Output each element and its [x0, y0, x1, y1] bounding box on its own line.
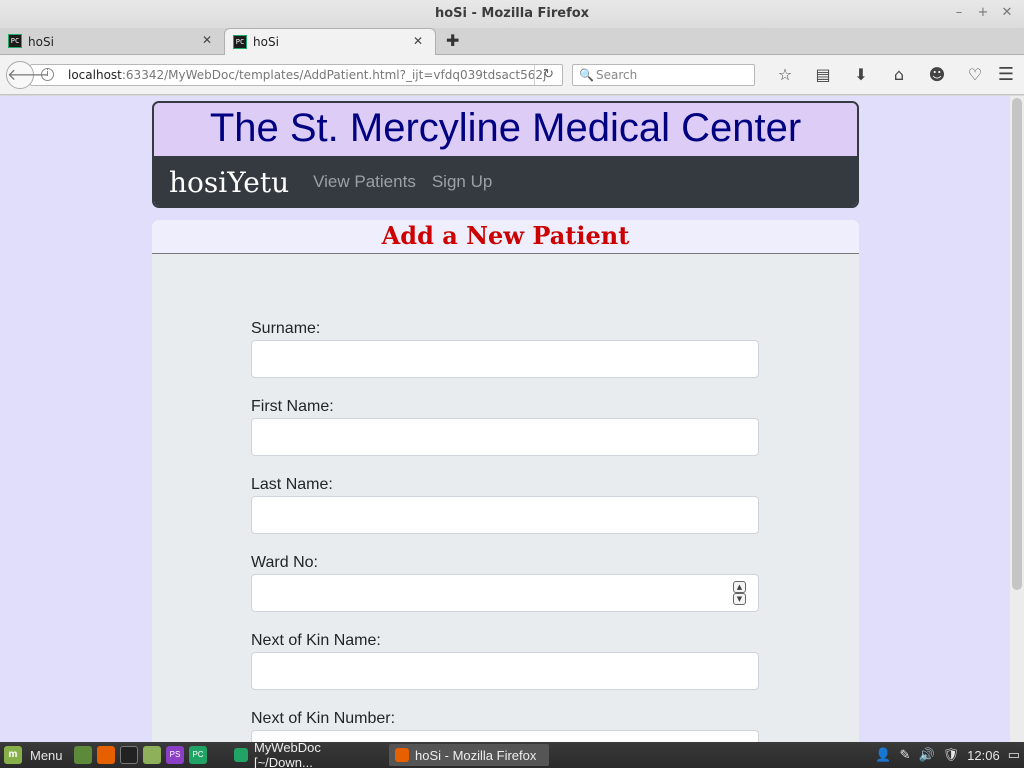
close-tab-icon[interactable]: ✕: [202, 33, 212, 47]
firefox-icon[interactable]: [97, 746, 115, 764]
pycharm-icon: [234, 748, 248, 762]
last-name-label: Last Name:: [251, 476, 333, 493]
site-header: The St. Mercyline Medical Center hosiYet…: [152, 101, 859, 208]
pycharm-icon: PC: [233, 35, 247, 49]
taskbar-window-label: MyWebDoc [~/Down...: [253, 740, 321, 768]
terminal-icon[interactable]: [120, 746, 138, 764]
next-of-kin-number-label: Next of Kin Number:: [251, 710, 396, 727]
surname-input[interactable]: [251, 340, 759, 378]
new-tab-icon[interactable]: ✚: [446, 31, 459, 50]
next-of-kin-name-input[interactable]: [251, 652, 759, 690]
tab-label: hoSi: [253, 35, 279, 49]
page-viewport: The St. Mercyline Medical Center hosiYet…: [0, 96, 1010, 742]
desktop-icon[interactable]: [74, 746, 92, 764]
tab-hosi-2[interactable]: PC hoSi ✕: [224, 28, 436, 55]
close-window-button[interactable]: ✕: [998, 4, 1016, 22]
url-host: localhost: [68, 68, 122, 82]
last-name-field: Last Name:: [251, 476, 759, 534]
ward-no-field: Ward No: ▲ ▼: [251, 554, 759, 612]
pycharm-icon: PC: [8, 34, 22, 48]
window-titlebar: hoSi - Mozilla Firefox – + ✕: [0, 0, 1024, 28]
scrollbar-thumb[interactable]: [1012, 98, 1022, 590]
search-input[interactable]: 🔍 Search: [572, 64, 755, 86]
surname-label: Surname:: [251, 320, 321, 337]
start-menu-button[interactable]: m Menu: [4, 742, 63, 768]
clock[interactable]: 12:06: [967, 748, 1000, 763]
mint-logo-icon: m: [4, 746, 22, 764]
first-name-field: First Name:: [251, 398, 759, 456]
volume-icon[interactable]: 🔊: [918, 747, 934, 763]
url-bar[interactable]: i localhost:63342/MyWebDoc/templates/Add…: [30, 64, 563, 86]
spin-up-icon[interactable]: ▲: [733, 581, 746, 593]
network-icon[interactable]: ✎: [900, 747, 911, 763]
maximize-button[interactable]: +: [974, 4, 992, 22]
hamburger-menu-icon[interactable]: ☰: [998, 64, 1014, 85]
search-placeholder: Search: [596, 68, 638, 82]
first-name-input[interactable]: [251, 418, 759, 456]
system-tray: 👤 ✎ 🔊 🛡 12:06 ▭: [875, 742, 1020, 768]
menu-label: Menu: [30, 747, 63, 763]
surname-field: Surname:: [251, 320, 759, 378]
taskbar-window-firefox[interactable]: hoSi - Mozilla Firefox: [389, 744, 549, 766]
shield-icon[interactable]: 🛡: [943, 747, 960, 763]
chat-icon[interactable]: ☻: [918, 65, 956, 84]
window-controls: – + ✕: [950, 4, 1016, 22]
form-heading: Add a New Patient: [152, 220, 859, 254]
back-button[interactable]: 🡐: [6, 61, 50, 89]
nav-toolbar: i localhost:63342/MyWebDoc/templates/Add…: [0, 55, 1024, 95]
next-of-kin-name-label: Next of Kin Name:: [251, 632, 381, 649]
tab-hosi-1[interactable]: PC hoSi ✕: [0, 28, 224, 55]
tab-label: hoSi: [28, 34, 54, 49]
first-name-label: First Name:: [251, 398, 334, 415]
spin-down-icon[interactable]: ▼: [733, 593, 746, 605]
taskbar-window-label: hoSi - Mozilla Firefox: [415, 747, 537, 763]
tab-strip: PC hoSi ✕ PC hoSi ✕ ✚: [0, 28, 1024, 55]
firefox-icon: [395, 748, 409, 762]
search-icon: 🔍: [579, 68, 594, 82]
home-icon[interactable]: ⌂: [880, 65, 918, 84]
os-taskbar: m Menu PS PC MyWebDoc [~/Down... hoSi - …: [0, 740, 1024, 768]
reload-icon[interactable]: ↻: [534, 65, 554, 85]
files-icon[interactable]: [143, 746, 161, 764]
next-of-kin-number-field: Next of Kin Number:: [251, 710, 759, 742]
page-scrollbar[interactable]: [1010, 96, 1024, 742]
taskbar-window-mywebdoc[interactable]: MyWebDoc [~/Down...: [228, 740, 383, 768]
number-spinner[interactable]: ▲ ▼: [733, 581, 746, 606]
download-icon[interactable]: ⬇: [842, 65, 880, 84]
show-desktop-icon[interactable]: ▭: [1008, 747, 1020, 763]
brand-link[interactable]: hosiYetu: [169, 166, 289, 199]
window-title: hoSi - Mozilla Firefox: [434, 6, 590, 21]
url-text[interactable]: localhost:63342/MyWebDoc/templates/AddPa…: [68, 65, 546, 85]
phpstorm-icon[interactable]: PS: [166, 746, 184, 764]
close-tab-icon[interactable]: ✕: [413, 34, 423, 48]
site-navbar: hosiYetu View Patients Sign Up: [154, 156, 857, 206]
user-icon[interactable]: 👤: [875, 747, 891, 763]
ward-no-label: Ward No:: [251, 554, 318, 571]
pocket-icon[interactable]: ♡: [956, 65, 994, 84]
minimize-button[interactable]: –: [950, 4, 968, 22]
bookmark-star-icon[interactable]: ☆: [766, 65, 804, 84]
next-of-kin-name-field: Next of Kin Name:: [251, 632, 759, 690]
add-patient-form: Add a New Patient Surname: First Name: L…: [152, 220, 859, 742]
nav-link-view-patients[interactable]: View Patients: [313, 172, 416, 192]
pycharm-icon[interactable]: PC: [189, 746, 207, 764]
last-name-input[interactable]: [251, 496, 759, 534]
toolbar-icons: ☆ ▤ ⬇ ⌂ ☻ ♡: [766, 65, 994, 84]
nav-link-sign-up[interactable]: Sign Up: [432, 172, 492, 192]
ward-no-input[interactable]: ▲ ▼: [251, 574, 759, 612]
url-path: :63342/MyWebDoc/templates/AddPatient.htm…: [121, 68, 547, 82]
page-title: The St. Mercyline Medical Center: [154, 103, 857, 156]
quick-launchers: PS PC: [74, 746, 207, 764]
reading-list-icon[interactable]: ▤: [804, 65, 842, 84]
